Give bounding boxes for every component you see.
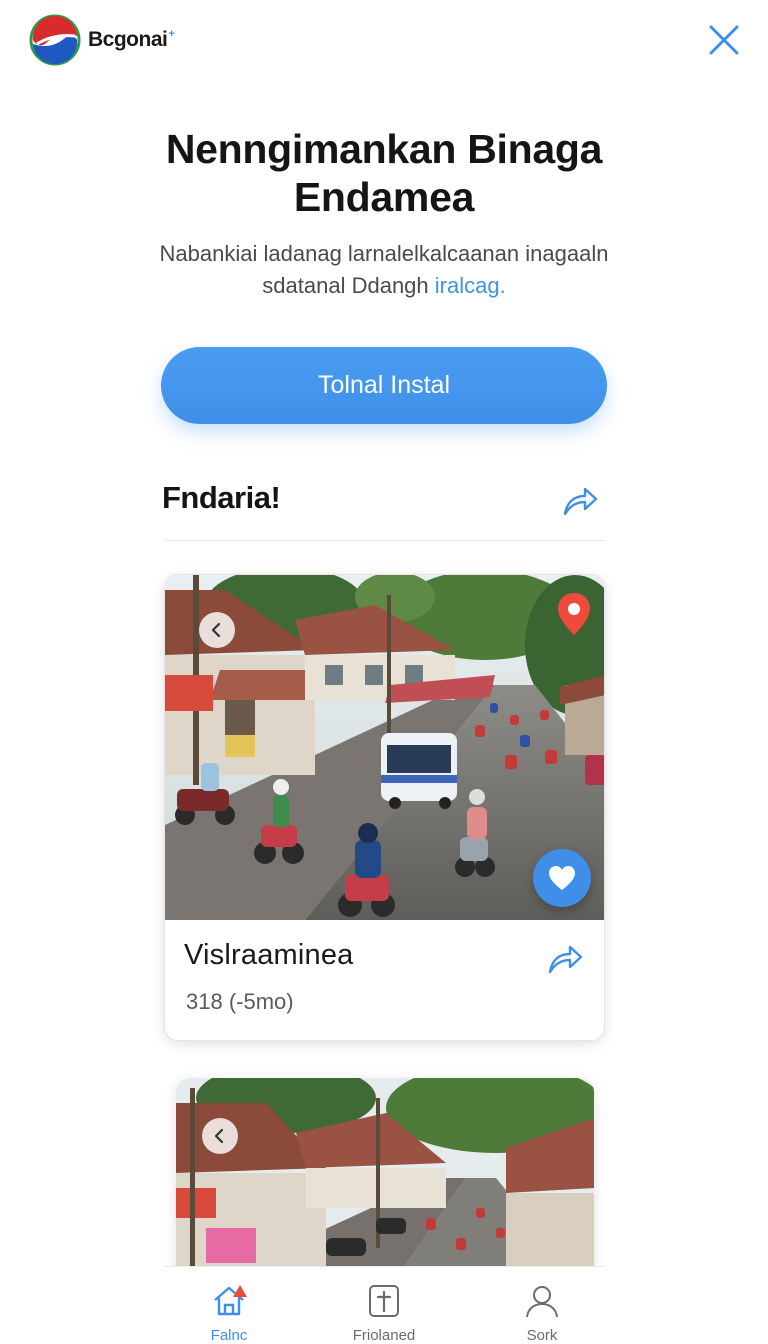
nav-item-saved[interactable]: Friolaned bbox=[319, 1267, 449, 1344]
section-title: Fndaria! bbox=[162, 480, 281, 515]
page-title: Nenngimankan Binaga Endamea bbox=[165, 126, 603, 220]
close-icon[interactable] bbox=[704, 20, 744, 60]
brand-name: Bcgonai+ bbox=[88, 28, 175, 51]
share-arrow-icon[interactable] bbox=[560, 481, 600, 521]
top-bar: Bcgonai+ bbox=[0, 0, 768, 82]
page-subtitle: Nabankiai ladanag larnalelkalcaanan inag… bbox=[159, 241, 609, 298]
bottom-nav: Falnc Friolaned Sork bbox=[164, 1266, 605, 1344]
install-button[interactable]: Tolnal Instal bbox=[161, 347, 607, 424]
user-icon bbox=[526, 1286, 558, 1318]
brand-globe-logo bbox=[29, 14, 81, 66]
favorite-button[interactable] bbox=[533, 849, 591, 907]
bookmark-plus-icon bbox=[369, 1285, 399, 1317]
nav-item-profile[interactable]: Sork bbox=[477, 1267, 607, 1344]
section-divider bbox=[164, 540, 605, 541]
share-arrow-icon[interactable] bbox=[545, 939, 585, 979]
listing-photo bbox=[165, 575, 604, 920]
subtitle-link[interactable]: iralcag. bbox=[435, 273, 506, 298]
listing-meta: 318 (-5mo) bbox=[186, 989, 294, 1014]
chevron-left-icon bbox=[211, 622, 221, 638]
chevron-left-icon bbox=[214, 1128, 224, 1144]
heart-icon bbox=[549, 866, 575, 890]
listing-name: Vislraaminea bbox=[184, 939, 354, 971]
home-icon bbox=[214, 1285, 247, 1316]
prev-photo-button[interactable] bbox=[202, 1118, 238, 1154]
location-pin-icon[interactable] bbox=[555, 591, 593, 637]
prev-photo-button[interactable] bbox=[199, 612, 235, 648]
nav-item-home[interactable]: Falnc bbox=[164, 1267, 294, 1344]
listing-card[interactable]: Vislraaminea 318 (-5mo) bbox=[164, 574, 605, 1041]
